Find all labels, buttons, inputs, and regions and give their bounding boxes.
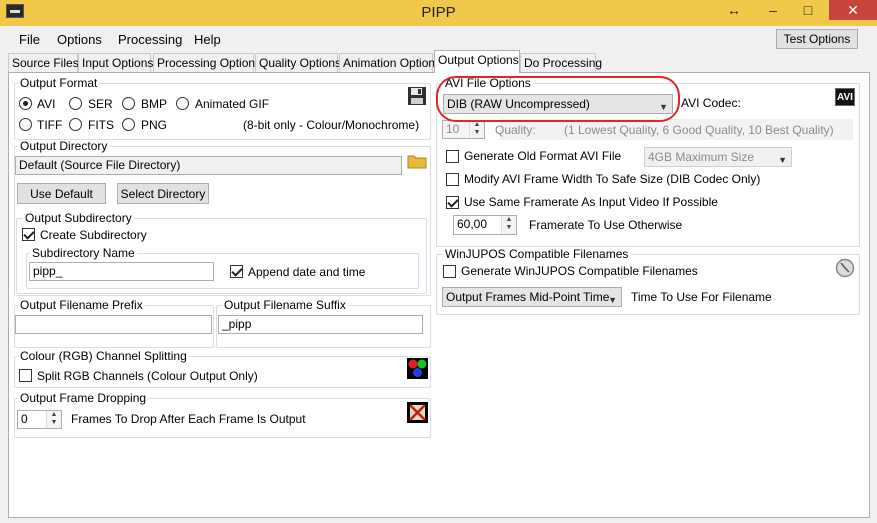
- radio-fits[interactable]: [69, 118, 82, 131]
- frame-drop-icon: [407, 402, 428, 423]
- subdirectory-name-input[interactable]: pipp_: [29, 262, 214, 281]
- title-bar: PIPP ↔ – □ ✕: [0, 0, 877, 26]
- quality-spinner[interactable]: 10 ▲ ▼: [442, 120, 485, 139]
- old-format-label: Generate Old Format AVI File: [464, 149, 622, 163]
- max-size-select[interactable]: 4GB Maximum Size ▼: [644, 147, 792, 167]
- tab-quality-options[interactable]: Quality Options: [255, 53, 341, 72]
- quality-value: 10: [446, 122, 460, 136]
- save-icon[interactable]: [407, 86, 427, 106]
- radio-avi-label: AVI: [37, 97, 56, 111]
- menu-processing[interactable]: Processing: [118, 32, 182, 47]
- modify-width-label: Modify AVI Frame Width To Safe Size (DIB…: [464, 172, 761, 186]
- test-options-button[interactable]: Test Options: [776, 29, 858, 49]
- filename-suffix-input[interactable]: _pipp: [218, 315, 423, 334]
- tab-input-options[interactable]: Input Options: [78, 53, 153, 72]
- quality-hint: (1 Lowest Quality, 6 Good Quality, 10 Be…: [564, 123, 834, 137]
- resize-icon[interactable]: ↔: [722, 0, 746, 20]
- frame-drop-spinner[interactable]: 0 ▲ ▼: [17, 410, 62, 429]
- max-size-value: 4GB Maximum Size: [648, 150, 755, 164]
- quality-label: Quality:: [495, 123, 536, 137]
- filename-prefix-input[interactable]: [15, 315, 212, 334]
- radio-ser-label: SER: [88, 97, 113, 111]
- avi-codec-label: AVI Codec:: [681, 96, 741, 110]
- format-note: (8-bit only - Colour/Monochrome): [243, 118, 420, 132]
- radio-animated-gif-label: Animated GIF: [195, 97, 270, 111]
- radio-tiff[interactable]: [19, 118, 32, 131]
- tab-processing-options[interactable]: Processing Options: [153, 53, 261, 72]
- maximize-button[interactable]: □: [790, 0, 826, 20]
- highlight-annotation: [436, 76, 680, 122]
- clock-icon: [835, 258, 855, 278]
- rgb-split-title: Colour (RGB) Channel Splitting: [18, 349, 189, 363]
- split-rgb-checkbox[interactable]: [19, 369, 32, 382]
- append-date-label: Append date and time: [248, 265, 366, 279]
- close-button[interactable]: ✕: [829, 0, 877, 20]
- winjupos-label: Generate WinJUPOS Compatible Filenames: [461, 264, 698, 278]
- avi-badge-icon: AVI: [835, 88, 855, 106]
- minimize-button[interactable]: –: [760, 0, 786, 20]
- output-directory-field[interactable]: Default (Source File Directory): [15, 156, 402, 175]
- old-format-checkbox[interactable]: [446, 150, 459, 163]
- winjupos-time-select[interactable]: Output Frames Mid-Point Time ▼: [442, 287, 622, 307]
- radio-animated-gif[interactable]: [176, 97, 189, 110]
- filename-suffix-title: Output Filename Suffix: [222, 298, 348, 312]
- radio-fits-label: FITS: [88, 118, 114, 132]
- frame-drop-title: Output Frame Dropping: [18, 391, 149, 405]
- folder-icon[interactable]: [407, 153, 427, 169]
- rgb-channels-icon: [407, 358, 428, 379]
- menu-help[interactable]: Help: [194, 32, 221, 47]
- spinner-arrows-icon[interactable]: ▲ ▼: [46, 411, 61, 428]
- tab-output-options[interactable]: Output Options: [434, 50, 520, 73]
- same-framerate-checkbox[interactable]: [446, 196, 459, 209]
- frame-drop-label: Frames To Drop After Each Frame Is Outpu…: [71, 412, 306, 426]
- radio-avi[interactable]: [19, 97, 32, 110]
- spinner-arrows-icon[interactable]: ▲ ▼: [501, 216, 516, 234]
- framerate-value: 60,00: [457, 217, 488, 231]
- radio-bmp-label: BMP: [141, 97, 168, 111]
- subdirectory-name-title: Subdirectory Name: [30, 246, 137, 260]
- same-framerate-label: Use Same Framerate As Input Video If Pos…: [464, 195, 718, 209]
- create-subdirectory-checkbox[interactable]: [22, 228, 35, 241]
- winjupos-time-label: Time To Use For Filename: [631, 290, 772, 304]
- chevron-down-icon: ▼: [608, 295, 617, 305]
- winjupos-checkbox[interactable]: [443, 265, 456, 278]
- framerate-label: Framerate To Use Otherwise: [529, 218, 683, 232]
- chevron-down-icon: ▼: [778, 155, 787, 165]
- tab-source-files[interactable]: Source Files: [8, 53, 79, 72]
- menu-file[interactable]: File: [19, 32, 40, 47]
- radio-png[interactable]: [122, 118, 135, 131]
- filename-prefix-title: Output Filename Prefix: [18, 298, 145, 312]
- radio-ser[interactable]: [69, 97, 82, 110]
- output-format-title: Output Format: [18, 76, 100, 90]
- framerate-spinner[interactable]: 60,00 ▲ ▼: [453, 215, 517, 235]
- tab-animation-options[interactable]: Animation Options: [339, 53, 441, 72]
- create-subdirectory-label: Create Subdirectory: [40, 228, 147, 242]
- output-directory-title: Output Directory: [18, 139, 110, 153]
- spinner-arrows-icon[interactable]: ▲ ▼: [469, 121, 484, 138]
- radio-tiff-label: TIFF: [37, 118, 63, 132]
- select-directory-button[interactable]: Select Directory: [117, 183, 209, 204]
- frame-drop-value: 0: [21, 412, 28, 426]
- split-rgb-label: Split RGB Channels (Colour Output Only): [37, 369, 258, 383]
- modify-width-checkbox[interactable]: [446, 173, 459, 186]
- append-date-checkbox[interactable]: [230, 265, 243, 278]
- tab-do-processing[interactable]: Do Processing: [520, 53, 602, 72]
- radio-png-label: PNG: [141, 118, 168, 132]
- winjupos-title: WinJUPOS Compatible Filenames: [443, 247, 631, 261]
- radio-bmp[interactable]: [122, 97, 135, 110]
- menu-options[interactable]: Options: [57, 32, 102, 47]
- use-default-button[interactable]: Use Default: [17, 183, 106, 204]
- winjupos-time-value: Output Frames Mid-Point Time: [446, 290, 610, 304]
- output-subdirectory-title: Output Subdirectory: [23, 211, 134, 225]
